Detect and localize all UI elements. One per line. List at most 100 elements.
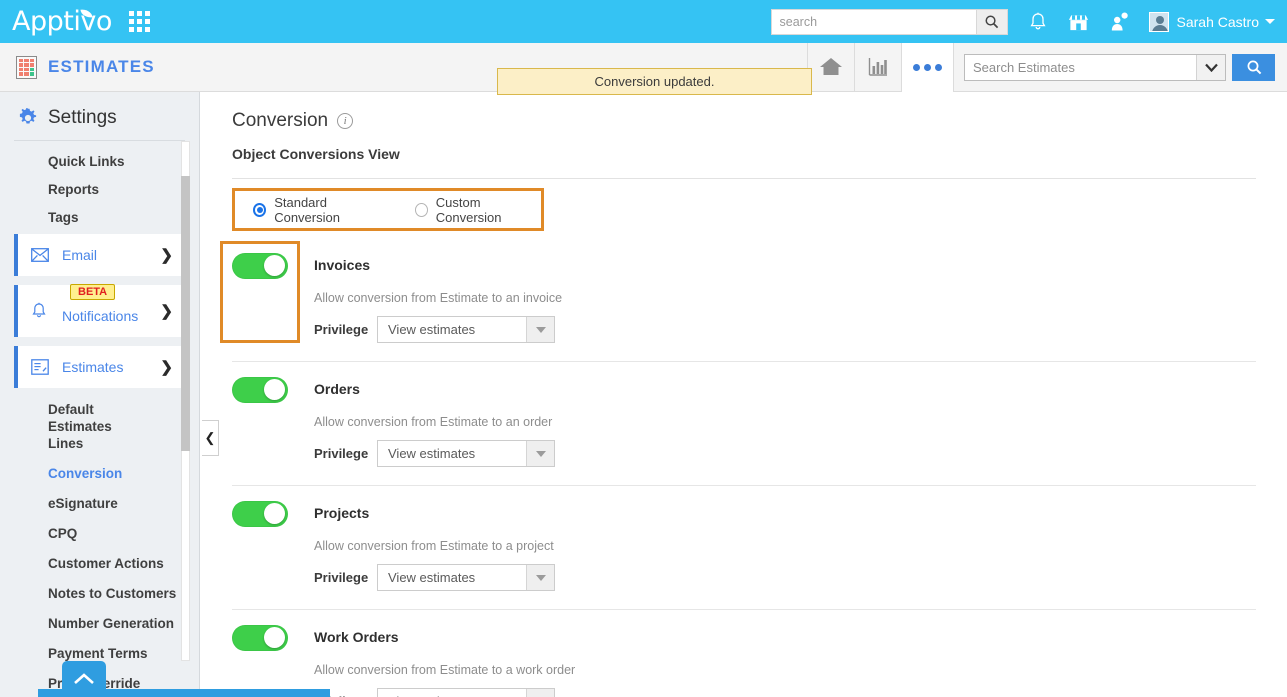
- privilege-row: Privilege View estimates: [314, 564, 555, 591]
- sidebar-title: Settings: [48, 107, 117, 128]
- sidebar-item-notifications[interactable]: BETA Notifications ❯: [14, 283, 185, 337]
- object-conversions-view-label: Object Conversions View: [232, 146, 400, 162]
- chevron-down-icon: [526, 689, 554, 697]
- conversion-heading-text: Conversion: [232, 110, 329, 131]
- privilege-select-orders[interactable]: View estimates: [377, 440, 555, 467]
- sidebar-subitem-customer-actions[interactable]: Customer Actions: [0, 542, 199, 572]
- sidebar-heading: Settings: [0, 92, 199, 140]
- chevron-up-icon: [74, 673, 94, 684]
- radio-label: Standard Conversion: [274, 194, 340, 225]
- toggle-knob: [264, 379, 285, 400]
- status-badge: BETA: [70, 283, 116, 300]
- page-title: ESTIMATES: [48, 57, 155, 76]
- module-search-button[interactable]: [1232, 53, 1275, 81]
- sidebar-subitem-conversion[interactable]: Conversion: [0, 452, 199, 482]
- calculator-icon: [16, 55, 37, 79]
- row-description: Allow conversion from Estimate to an ord…: [314, 415, 553, 429]
- row-title: Projects: [314, 505, 370, 521]
- top-right-controls: Sarah Castro: [770, 8, 1287, 35]
- toggle-highlight-box: [220, 241, 300, 343]
- row-description: Allow conversion from Estimate to an inv…: [314, 291, 563, 305]
- notifications-button[interactable]: [1029, 12, 1047, 32]
- search-icon: [1247, 60, 1261, 75]
- sidebar-subitem-cpq[interactable]: CPQ: [0, 512, 199, 542]
- home-button[interactable]: [807, 42, 854, 92]
- sidebar-item-quick-links[interactable]: Quick Links: [0, 141, 199, 169]
- sidebar-subitem-default-estimates-lines[interactable]: Default Estimates Lines: [0, 388, 125, 452]
- main-content: Conversion i Object Conversions View Sta…: [201, 92, 1287, 697]
- reports-button[interactable]: [854, 42, 901, 92]
- chevron-down-icon: [526, 565, 554, 590]
- privilege-select-invoices[interactable]: View estimates: [377, 316, 555, 343]
- sidebar-item-estimates[interactable]: Estimates ❯: [14, 346, 185, 388]
- sidebar-item-reports[interactable]: Reports: [0, 169, 199, 197]
- toggle-knob: [264, 255, 285, 276]
- chevron-down-icon: [526, 441, 554, 466]
- sidebar-item-email[interactable]: Email ❯: [14, 234, 185, 276]
- sidebar-collapse-button[interactable]: ❮: [202, 420, 219, 456]
- bell-icon: [1029, 12, 1046, 29]
- more-actions-button[interactable]: [901, 42, 954, 92]
- ellipsis-icon: [913, 63, 942, 71]
- sidebar-subitem-number-generation[interactable]: Number Generation: [0, 602, 199, 632]
- apptivo-logo[interactable]: Apptivo: [12, 6, 112, 37]
- privilege-value: View estimates: [388, 322, 476, 337]
- module-search-dropdown[interactable]: [1196, 54, 1225, 80]
- sidebar-notifications-text: BETA Notifications: [62, 283, 139, 324]
- scroll-to-top-button[interactable]: [62, 661, 106, 697]
- sidebar-subitem-payment-terms[interactable]: Payment Terms: [0, 632, 199, 662]
- privilege-select-projects[interactable]: View estimates: [377, 564, 555, 591]
- row-title: Orders: [314, 381, 360, 397]
- toggle-orders[interactable]: [232, 377, 288, 403]
- sidebar-scrollbar-thumb[interactable]: [181, 176, 190, 451]
- conversion-heading: Conversion i: [232, 110, 1287, 132]
- module-search-field[interactable]: [964, 53, 1226, 81]
- radio-label: Custom Conversion: [435, 194, 502, 225]
- chevron-down-icon: [1204, 63, 1218, 72]
- toggle-projects[interactable]: [232, 501, 288, 527]
- radio-dot: [414, 202, 428, 217]
- brand-text: Apptivo: [12, 6, 112, 37]
- radio-custom-conversion[interactable]: Custom Conversion: [414, 194, 541, 225]
- gear-icon: [18, 107, 38, 128]
- sidebar-item-tags[interactable]: Tags: [0, 197, 199, 225]
- row-description: Allow conversion from Estimate to a proj…: [314, 539, 554, 553]
- marketplace-button[interactable]: [1068, 12, 1089, 32]
- chevron-left-icon: ❮: [204, 430, 216, 445]
- sidebar-item-label: Notifications: [62, 307, 139, 324]
- global-search-button[interactable]: [975, 8, 1008, 35]
- row-title: Invoices: [314, 257, 371, 273]
- top-navigation-bar: Apptivo search Sarah Castro: [0, 0, 1287, 43]
- privilege-row: Privilege View estimates: [314, 316, 562, 343]
- info-icon[interactable]: i: [337, 113, 354, 129]
- conversion-row-projects: Projects Allow conversion from Estimate …: [201, 486, 1287, 610]
- toggle-work-orders[interactable]: [232, 625, 288, 651]
- sidebar-subitem-esignature[interactable]: eSignature: [0, 482, 199, 512]
- person-chat-icon: [1111, 12, 1128, 30]
- user-menu[interactable]: Sarah Castro: [1148, 11, 1275, 32]
- grid-apps-icon[interactable]: [128, 11, 150, 32]
- bell-icon: [31, 302, 51, 320]
- support-button[interactable]: [1110, 12, 1129, 32]
- module-search: [954, 43, 1287, 92]
- row-description: Allow conversion from Estimate to a work…: [314, 663, 576, 677]
- privilege-select-work-orders[interactable]: View estimates: [377, 688, 555, 697]
- privilege-label: Privilege: [314, 570, 369, 585]
- search-icon: [985, 15, 999, 29]
- module-search-input[interactable]: [965, 54, 1196, 80]
- toggle-knob: [264, 503, 285, 524]
- user-name: Sarah Castro: [1176, 13, 1259, 30]
- sidebar-subitem-notes-to-customers[interactable]: Notes to Customers: [0, 572, 199, 602]
- toggle-knob: [264, 627, 285, 648]
- global-search-input[interactable]: [770, 8, 976, 35]
- sidebar-item-label: Estimates: [62, 359, 124, 375]
- global-search[interactable]: [770, 8, 1008, 35]
- sidebar-item-label: Email: [62, 247, 98, 263]
- radio-dot: [253, 202, 267, 217]
- privilege-row: Privilege View estimates: [314, 440, 555, 467]
- chevron-down-icon: [1265, 19, 1275, 24]
- toggle-invoices[interactable]: [232, 253, 288, 279]
- conversion-row-work-orders: Work Orders Allow conversion from Estima…: [201, 610, 1287, 697]
- radio-standard-conversion[interactable]: Standard Conversion: [253, 195, 387, 225]
- section-divider: [232, 178, 1256, 179]
